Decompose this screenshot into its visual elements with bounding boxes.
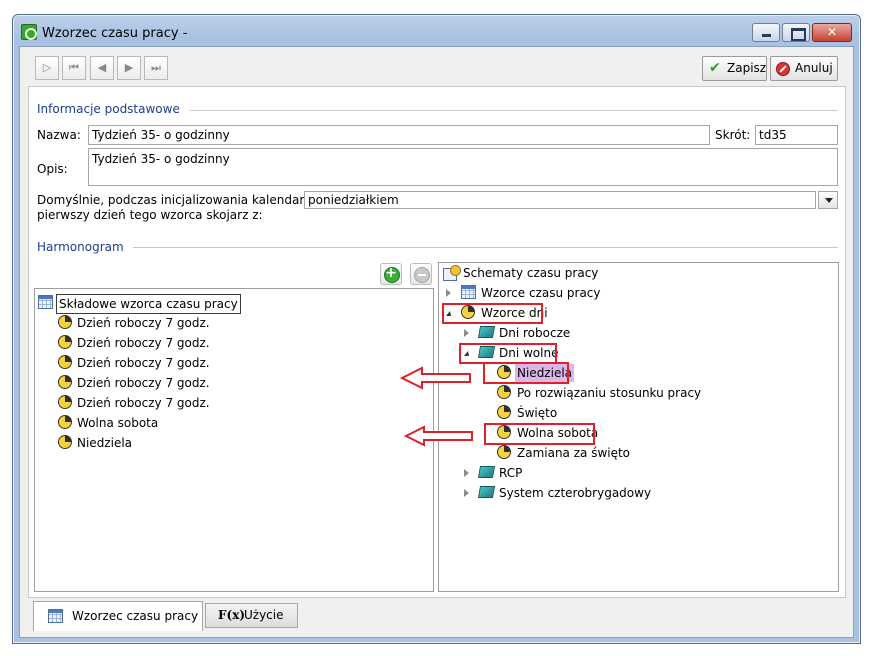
list-item-label: Dzień roboczy 7 godz. [77,356,210,370]
list-item-label: Dzień roboczy 7 godz. [77,396,210,410]
tree-node-label: Święto [517,406,558,420]
tree-root-components[interactable]: Składowe wzorca czasu pracy [38,294,241,314]
clock-icon [58,395,72,409]
description-field[interactable]: Tydzień 35- o godzinny [88,148,838,186]
schedule-section-title: Harmonogram [37,240,124,254]
clock-icon [58,355,72,369]
tree-node-label: Dni robocze [499,326,571,340]
tree-node-label: RCP [499,466,523,480]
expand-icon[interactable] [464,329,469,337]
list-item-label: Dzień roboczy 7 godz. [77,376,210,390]
tab-usage-label: Użycie [244,608,284,622]
section-divider [133,247,838,248]
nav-first-button[interactable]: ⏮ [62,56,86,80]
minimize-button[interactable] [752,23,780,42]
short-label: Skrót: [715,128,751,142]
default-day-label-line1: Domyślnie, podczas inicjalizowania kalen… [37,193,322,207]
expand-icon[interactable] [446,289,451,297]
maximize-button[interactable] [782,23,810,42]
chevron-down-icon[interactable] [818,191,838,209]
tab-template-label: Wzorzec czasu pracy [72,609,199,623]
nav-prev-button[interactable]: ◀ [90,56,114,80]
list-item-label: Dzień roboczy 7 godz. [77,316,210,330]
tree-node-label: System czterobrygadowy [499,486,652,500]
app-icon [21,24,37,40]
save-button-label: Zapisz [727,61,767,75]
short-field[interactable]: td35 [755,125,838,145]
close-icon: ✕ [826,25,838,39]
calendar-icon [48,609,63,623]
clock-icon [58,435,72,449]
list-item-label: Wolna sobota [77,416,159,430]
clock-icon [497,445,511,459]
tree-node-label: Po rozwiązaniu stosunku pracy [517,386,702,400]
clock-icon [58,375,72,389]
annotation-box-day-templates [442,303,543,324]
check-icon: ✔ [709,60,721,76]
section-divider [190,110,838,111]
schema-icon [443,265,461,281]
default-day-label-line2: pierwszy dzień tego wzorca skojarz z: [37,208,263,222]
function-icon: F(x) [218,608,246,622]
annotation-arrow-free-saturday [404,425,473,447]
add-button[interactable] [380,263,402,285]
tree-node-label: Schematy czasu pracy [463,266,599,280]
default-day-select[interactable]: poniedziałkiem [304,191,816,209]
name-field[interactable]: Tydzień 35- o godzinny [88,125,710,145]
name-label: Nazwa: [37,128,81,142]
book-icon [477,326,496,338]
book-icon [477,466,496,478]
expand-icon[interactable] [464,489,469,497]
clock-icon [58,315,72,329]
window-title: Wzorzec czasu pracy - [42,26,188,41]
description-label: Opis: [37,162,68,176]
annotation-box-sunday [483,362,569,384]
calendar-icon [38,295,53,309]
clock-icon [58,335,72,349]
cancel-button[interactable]: Anuluj [770,56,838,81]
book-icon [477,486,496,498]
clock-icon [497,385,511,399]
tree-root-label: Składowe wzorca czasu pracy [56,294,241,314]
save-button[interactable]: ✔ Zapisz [702,56,767,81]
clock-icon [58,415,72,429]
list-item-label: Niedziela [77,436,133,450]
annotation-box-free-days [459,343,557,364]
tab-usage[interactable]: F(x) Użycie [205,603,298,628]
nav-new-button[interactable]: ▷ [35,56,59,80]
calendar-icon [461,285,476,299]
tab-template[interactable]: Wzorzec czasu pracy [33,601,203,631]
cancel-icon [776,62,790,76]
expand-icon[interactable] [464,469,469,477]
close-button[interactable]: ✕ [812,23,852,42]
annotation-arrow-sunday [400,366,471,390]
clock-icon [497,405,511,419]
annotation-box-free-saturday [484,423,595,445]
remove-button[interactable] [410,263,432,285]
basic-info-section-title: Informacje podstawowe [37,102,180,116]
list-item-label: Dzień roboczy 7 godz. [77,336,210,350]
nav-last-button[interactable]: ⏭ [144,56,168,80]
tree-node-label: Zamiana za święto [517,446,631,460]
nav-next-button[interactable]: ▶ [117,56,141,80]
tree-node-label: Wzorce czasu pracy [481,286,601,300]
cancel-button-label: Anuluj [795,61,833,75]
